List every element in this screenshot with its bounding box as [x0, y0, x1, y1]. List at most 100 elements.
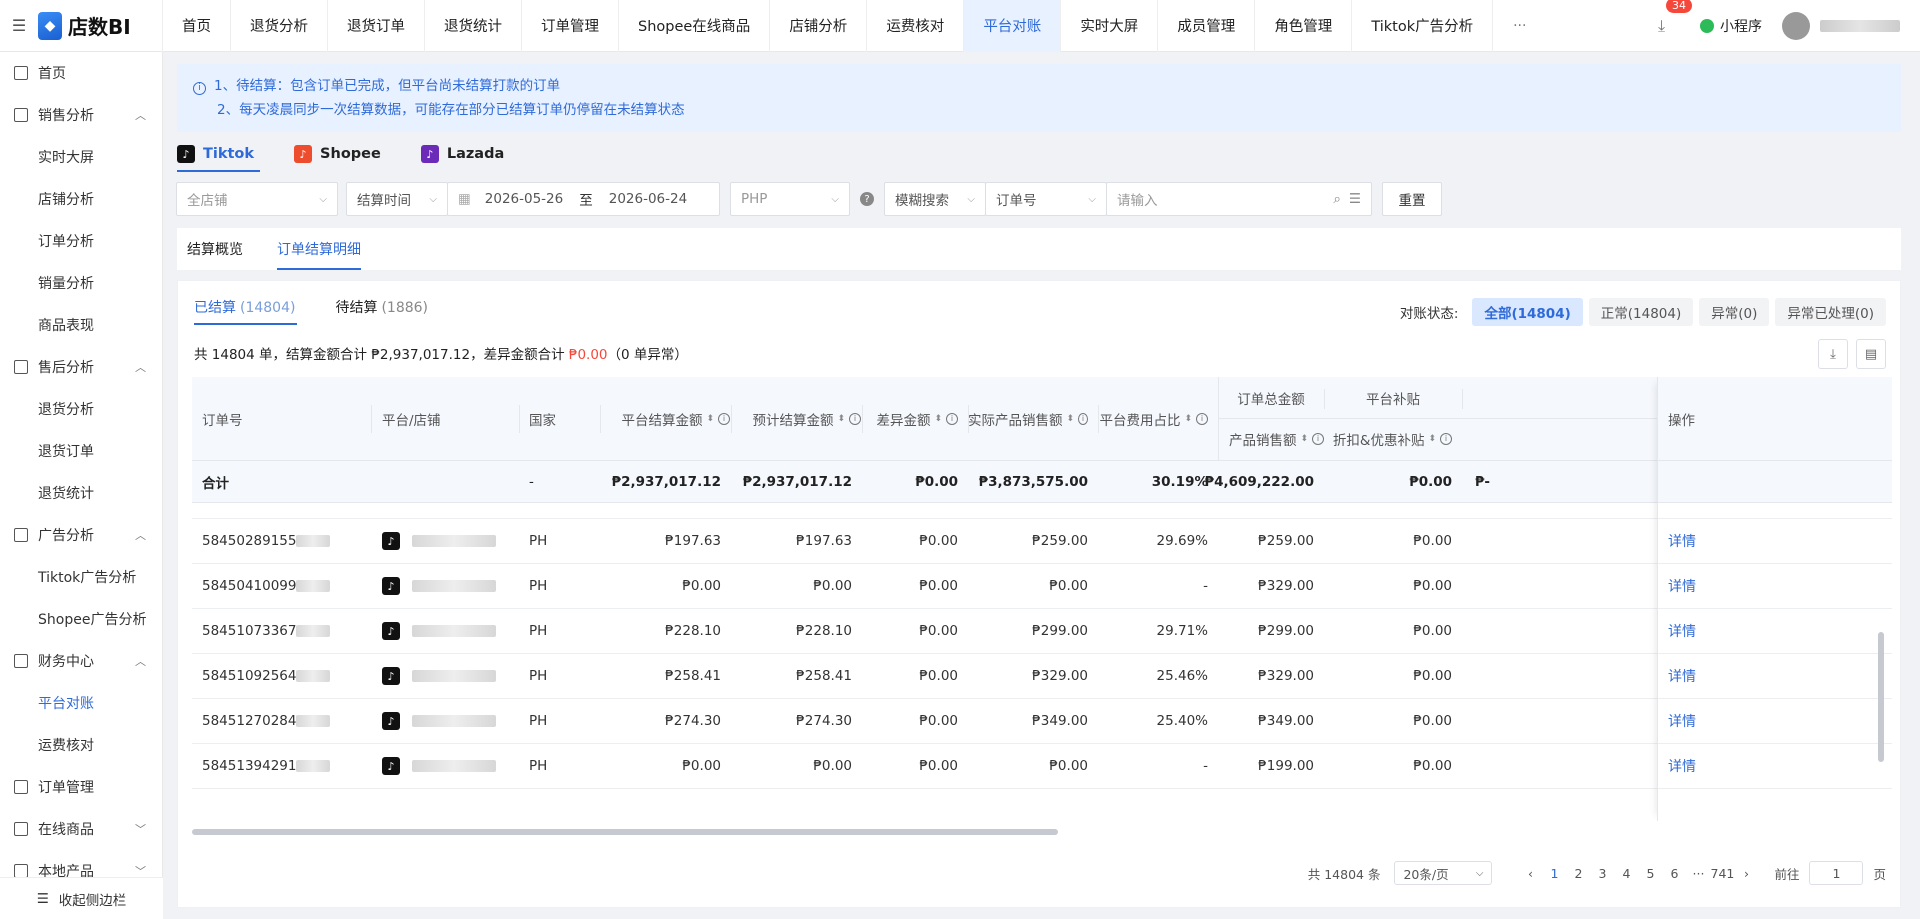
topnav-item[interactable]: 退货分析	[231, 0, 328, 52]
sort-icon[interactable]: ⬍	[837, 414, 845, 424]
sort-icon[interactable]: ⬍	[1428, 434, 1436, 444]
list-icon[interactable]: ☰	[1349, 191, 1361, 207]
recon-status-button[interactable]: 异常(0)	[1699, 298, 1770, 326]
sidebar-subitem[interactable]: 退货分析	[0, 388, 162, 430]
settle-tab[interactable]: 待结算 (1886)	[335, 297, 428, 325]
recon-status-button[interactable]: 正常(14804)	[1588, 298, 1694, 326]
sidebar-subitem[interactable]: 平台对账	[0, 682, 162, 724]
next-page-button[interactable]: ›	[1734, 866, 1758, 881]
sidebar-subitem[interactable]: 退货订单	[0, 430, 162, 472]
search-input[interactable]: 请输入 ⌕ ☰	[1106, 182, 1372, 216]
sidebar-group[interactable]: 广告分析 ︿	[0, 514, 162, 556]
sidebar-group[interactable]: 售后分析 ︿	[0, 346, 162, 388]
date-start[interactable]: 2026-05-26	[485, 191, 563, 207]
topnav-item[interactable]: 平台对账	[964, 0, 1062, 52]
search-icon[interactable]: ⌕	[1333, 191, 1341, 207]
sidebar-subitem[interactable]: 退货统计	[0, 472, 162, 514]
page-number[interactable]: 6	[1662, 866, 1686, 881]
vertical-scrollbar[interactable]	[1878, 632, 1884, 762]
page-number[interactable]: 4	[1614, 866, 1638, 881]
order-number[interactable]: 58451270284	[202, 699, 331, 743]
horizontal-scrollbar[interactable]	[192, 829, 1058, 835]
search-mode-select[interactable]: 模糊搜索 ⌵	[884, 182, 986, 216]
shop-select[interactable]: 全店铺 ⌵	[176, 182, 338, 216]
chevron-up-icon[interactable]: ︿	[135, 107, 146, 123]
table-row[interactable]: 58450289155 ♪ PH ₱197.63 ₱197.63 ₱0.00 ₱259.00…	[192, 519, 1892, 564]
sidebar-item[interactable]: 首页	[0, 52, 162, 94]
topnav-item[interactable]: 订单管理	[522, 0, 619, 52]
th-est-amt[interactable]: 预计结算金额 ⬍ i	[731, 377, 861, 460]
topnav-item[interactable]: 角色管理	[1255, 0, 1353, 52]
menu-icon[interactable]: ☰	[0, 0, 38, 52]
sort-icon[interactable]: ⬍	[934, 414, 942, 424]
page-number[interactable]: 3	[1590, 866, 1614, 881]
download-icon[interactable]: ⤓ 34	[1658, 0, 1692, 36]
username-redacted[interactable]	[1820, 19, 1900, 32]
detail-link[interactable]: 详情	[1668, 576, 1696, 596]
chevron-up-icon[interactable]: ︿	[135, 359, 146, 375]
settle-tab[interactable]: 已结算 (14804)	[194, 297, 298, 325]
th-product-sales[interactable]: 产品销售额 ⬍ i	[1218, 418, 1324, 460]
goto-page-input[interactable]: 1	[1809, 861, 1864, 885]
sort-icon[interactable]: ⬍	[1300, 434, 1308, 444]
table-row[interactable]: 58451394291 ♪ PH ₱0.00 ₱0.00 ₱0.00 ₱0.00 - ₱199.…	[192, 744, 1892, 789]
table-row[interactable]: 58451270284 ♪ PH ₱274.30 ₱274.30 ₱0.00 ₱349.00…	[192, 699, 1892, 744]
detail-link[interactable]: 详情	[1668, 756, 1696, 776]
sort-icon[interactable]: ⬍	[1184, 414, 1192, 424]
topnav-item[interactable]: 运费核对	[867, 0, 965, 52]
sidebar-subitem[interactable]: Tiktok广告分析	[0, 556, 162, 598]
page-number[interactable]: 2	[1566, 866, 1590, 881]
sidebar-subitem[interactable]: 店铺分析	[0, 178, 162, 220]
sidebar-subitem[interactable]: 商品表现	[0, 304, 162, 346]
sidebar-subitem[interactable]: 实时大屏	[0, 136, 162, 178]
currency-select[interactable]: PHP ⌵	[730, 182, 850, 216]
order-number[interactable]: 58451092564	[202, 654, 331, 698]
table-row[interactable]: 58451073367 ♪ PH ₱228.10 ₱228.10 ₱0.00 ₱299.00…	[192, 609, 1892, 654]
sidebar-subitem[interactable]: 运费核对	[0, 724, 162, 766]
th-actual-sales[interactable]: 实际产品销售额 ⬍ i	[968, 377, 1088, 460]
detail-link[interactable]: 详情	[1668, 666, 1696, 686]
recon-status-button[interactable]: 全部(14804)	[1472, 298, 1583, 326]
th-discount-subsidy[interactable]: 折扣&优惠补贴 ⬍ i	[1324, 418, 1452, 460]
recon-status-button[interactable]: 异常已处理(0)	[1775, 298, 1886, 326]
table-row[interactable]: 58450410099 ♪ PH ₱0.00 ₱0.00 ₱0.00 ₱0.00 - ₱329.…	[192, 564, 1892, 609]
topnav-item[interactable]: 退货订单	[328, 0, 425, 52]
detail-link[interactable]: 详情	[1668, 711, 1696, 731]
page-ellipsis[interactable]: ···	[1686, 866, 1710, 881]
avatar[interactable]	[1782, 11, 1810, 40]
more-icon[interactable]: ···	[1493, 18, 1546, 34]
th-diff-amt[interactable]: 差异金额 ⬍ i	[862, 377, 958, 460]
chevron-up-icon[interactable]: ︿	[135, 653, 146, 669]
topnav-item[interactable]: Shopee在线商品	[619, 0, 771, 52]
topnav-item[interactable]: 首页	[163, 0, 231, 52]
topnav-item[interactable]: 成员管理	[1158, 0, 1256, 52]
reset-button[interactable]: 重置	[1382, 182, 1442, 216]
time-type-select[interactable]: 结算时间 ⌵	[346, 182, 448, 216]
topnav-item[interactable]: 实时大屏	[1061, 0, 1159, 52]
sidebar-item[interactable]: 订单管理	[0, 766, 162, 808]
collapse-sidebar-button[interactable]: ☰ 收起侧边栏	[0, 877, 163, 919]
platform-tab[interactable]: ♪ Lazada	[420, 136, 504, 172]
app-logo[interactable]: ◆ 店数BI	[38, 0, 163, 52]
topnav-item[interactable]: 店铺分析	[770, 0, 868, 52]
sort-icon[interactable]: ⬍	[706, 414, 714, 424]
sidebar-group[interactable]: 在线商品 ﹀	[0, 808, 162, 850]
columns-settings-icon[interactable]: ▤	[1856, 339, 1886, 369]
topnav-item[interactable]: Tiktok广告分析	[1352, 0, 1494, 52]
chevron-up-icon[interactable]: ︿	[135, 527, 146, 543]
detail-link[interactable]: 详情	[1668, 621, 1696, 641]
help-icon[interactable]: ?	[860, 192, 874, 206]
prev-page-button[interactable]: ‹	[1518, 866, 1542, 881]
page-number[interactable]: 5	[1638, 866, 1662, 881]
date-end[interactable]: 2026-06-24	[609, 191, 687, 207]
date-range-picker[interactable]: ▦ 2026-05-26 至 2026-06-24	[447, 182, 720, 216]
platform-tab[interactable]: ♪ Shopee	[294, 136, 381, 172]
order-number[interactable]: 58451073367	[202, 609, 331, 653]
platform-tab[interactable]: ♪ Tiktok	[177, 136, 261, 172]
search-field-select[interactable]: 订单号 ⌵	[985, 182, 1107, 216]
sub-tab[interactable]: 结算概览	[187, 228, 243, 270]
order-number[interactable]: 58450289155	[202, 519, 331, 563]
sidebar-group[interactable]: 财务中心 ︿	[0, 640, 162, 682]
sidebar-subitem[interactable]: 订单分析	[0, 220, 162, 262]
sidebar-subitem[interactable]: 销量分析	[0, 262, 162, 304]
